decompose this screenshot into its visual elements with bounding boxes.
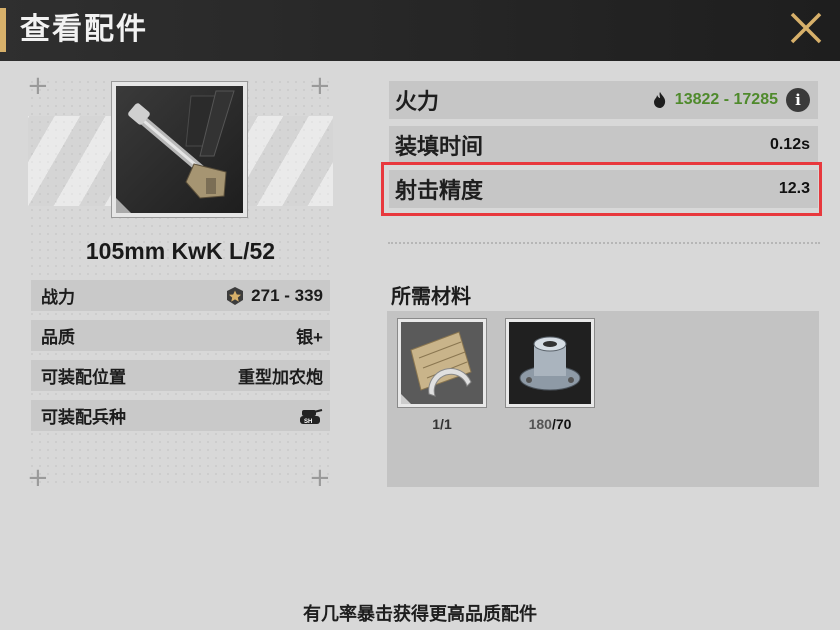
item-name: 105mm KwK L/52: [85, 238, 276, 264]
stat-row-slot: 可装配位置 重型加农炮: [31, 360, 330, 391]
attribute-value: 0.12s: [769, 136, 810, 153]
highlight-box: [381, 162, 822, 216]
stat-value: 银+: [296, 328, 323, 347]
material-card-gear[interactable]: [505, 318, 595, 408]
blueprint-icon: [401, 322, 483, 404]
close-button[interactable]: [786, 8, 826, 48]
corner-plus-icon: +: [27, 71, 49, 101]
star-badge-icon: [227, 286, 244, 305]
stat-label: 品质: [41, 328, 75, 347]
part-thumbnail[interactable]: [111, 81, 248, 218]
corner-plus-icon: +: [309, 463, 331, 493]
fire-icon: [653, 92, 665, 108]
material-count: 1/1: [432, 416, 452, 432]
header-accent: [0, 8, 6, 52]
tank-sh-icon: SH: [300, 408, 323, 425]
corner-plus-icon: +: [309, 71, 331, 101]
material-have: 180: [528, 416, 552, 432]
corner-plus-icon: +: [27, 463, 49, 493]
stat-value: 重型加农炮: [238, 368, 323, 387]
stat-row-power: 战力 271 - 339: [31, 280, 330, 311]
stat-row-quality: 品质 银+: [31, 320, 330, 351]
attribute-label: 装填时间: [395, 135, 484, 160]
stat-label: 战力: [41, 288, 75, 307]
page-title: 查看配件: [20, 12, 148, 47]
material-count: 180/70: [505, 416, 595, 432]
materials-panel: 1/1 180/70: [387, 311, 819, 487]
info-icon[interactable]: i: [786, 88, 810, 112]
material-card-blueprint[interactable]: [397, 318, 487, 408]
gear-part-icon: [509, 322, 591, 404]
attribute-value: 13822 - 17285: [674, 91, 778, 108]
attribute-row-firepower: 火力 13822 - 17285 i: [389, 81, 818, 119]
materials-title: 所需材料: [391, 284, 471, 308]
attribute-row-reload: 装填时间 0.12s: [389, 126, 818, 164]
cannon-icon: [116, 90, 235, 213]
close-icon: [790, 12, 822, 44]
material-need: /70: [551, 416, 572, 432]
stat-label: 可装配位置: [41, 368, 126, 387]
footer-note: 有几率暴击获得更高品质配件: [303, 604, 537, 625]
header-bar: 查看配件: [0, 0, 840, 61]
stat-value: 271 - 339: [251, 285, 323, 305]
attribute-label: 火力: [395, 90, 440, 115]
svg-text:SH: SH: [304, 419, 312, 425]
section-divider: [388, 242, 820, 244]
stat-row-unit-type: 可装配兵种 SH: [31, 400, 330, 431]
stat-label: 可装配兵种: [41, 408, 126, 427]
gun-barrel-image: [116, 86, 243, 213]
